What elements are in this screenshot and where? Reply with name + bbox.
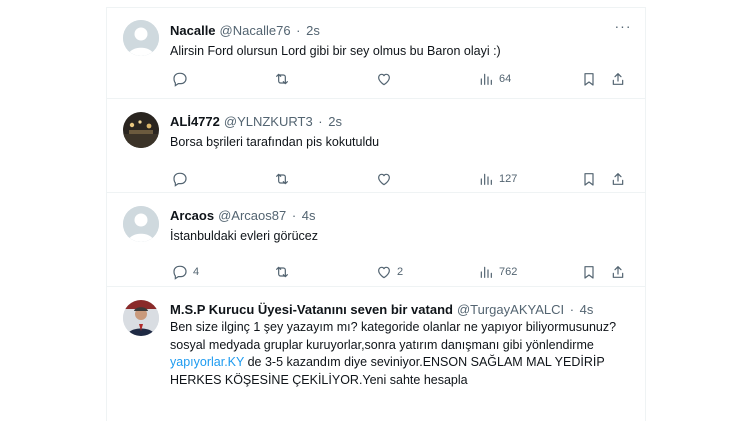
view-count: 762 (499, 266, 518, 278)
action-bar: 64 (170, 70, 629, 88)
like-button[interactable] (376, 70, 397, 88)
avatar[interactable] (123, 300, 159, 336)
reply-icon (173, 172, 187, 187)
reply-icon (173, 265, 187, 280)
avatar[interactable] (123, 20, 159, 56)
reply-button[interactable]: 4 (172, 263, 199, 281)
action-bar: 127 (170, 170, 629, 188)
tweet-text: İstanbuldaki evleri görücez (170, 229, 318, 243)
retweet-icon (276, 173, 288, 185)
heart-icon (378, 173, 390, 186)
timestamp[interactable]: 4s (580, 302, 594, 317)
bookmark-icon (584, 73, 594, 86)
avatar[interactable] (123, 206, 159, 242)
avatar[interactable] (123, 112, 159, 148)
user-handle[interactable]: @TurgayAKYALCI (457, 302, 564, 317)
views-chart-icon (480, 266, 492, 278)
tweet-header: M.S.P Kurucu Üyesi-Vatanını seven bir va… (170, 302, 593, 318)
bookmark-button[interactable] (581, 263, 597, 281)
bookmark-icon (584, 173, 594, 186)
separator-dot: · (292, 23, 305, 38)
reply-button[interactable] (172, 170, 193, 188)
tweet-text-part: Ben size ilginç 1 şey yazayım mı? katego… (170, 320, 617, 352)
share-button[interactable] (610, 263, 626, 281)
tweet[interactable]: M.S.P Kurucu Üyesi-Vatanını seven bir va… (107, 287, 645, 427)
views-button[interactable]: 762 (478, 263, 517, 281)
share-icon (612, 266, 624, 278)
display-name[interactable]: M.S.P Kurucu Üyesi-Vatanını seven bir va… (170, 302, 453, 317)
default-avatar-icon (123, 206, 159, 242)
like-button[interactable]: 2 (376, 263, 403, 281)
display-name[interactable]: ALİ4772 (170, 114, 220, 129)
separator-dot: · (314, 114, 327, 129)
tweet-text: Ben size ilginç 1 şey yazayım mı? katego… (170, 319, 629, 389)
more-options-icon[interactable]: ··· (613, 19, 633, 36)
separator-dot: · (288, 208, 300, 223)
retweet-icon (276, 73, 288, 85)
display-name[interactable]: Nacalle (170, 23, 216, 38)
views-button[interactable]: 127 (478, 170, 517, 188)
reply-count: 4 (193, 266, 200, 278)
photo-avatar-suit-icon (123, 300, 159, 336)
tweet-text: Borsa bşrileri tarafından pis kokutuldu (170, 135, 380, 149)
reply-icon (173, 72, 187, 87)
retweet-button[interactable] (274, 170, 295, 188)
like-count: 2 (397, 266, 404, 278)
view-count: 127 (499, 173, 518, 185)
photo-avatar-icon (123, 112, 159, 148)
bookmark-button[interactable] (581, 170, 597, 188)
user-handle[interactable]: @Nacalle76 (220, 23, 291, 38)
user-handle[interactable]: @Arcaos87 (218, 208, 286, 223)
timestamp[interactable]: 2s (306, 23, 320, 38)
heart-icon (378, 73, 390, 86)
heart-icon (378, 266, 390, 279)
like-button[interactable] (376, 170, 397, 188)
view-count: 64 (499, 73, 512, 85)
timestamp[interactable]: 2s (328, 114, 342, 129)
tweet[interactable]: Nacalle @Nacalle76 · 2s ··· Alirsin Ford … (107, 8, 645, 99)
tweet-header: ALİ4772 @YLNZKURT3 · 2s (170, 114, 342, 130)
retweet-icon (276, 266, 288, 278)
retweet-button[interactable] (274, 70, 295, 88)
reply-button[interactable] (172, 70, 193, 88)
separator-dot: · (566, 302, 578, 317)
retweet-button[interactable] (274, 263, 295, 281)
tweet[interactable]: ALİ4772 @YLNZKURT3 · 2s Borsa bşrileri ta… (107, 99, 645, 193)
views-chart-icon (480, 173, 492, 185)
display-name[interactable]: Arcaos (170, 208, 214, 223)
share-button[interactable] (610, 170, 626, 188)
timestamp[interactable]: 4s (302, 208, 316, 223)
tweet-text: Alirsin Ford olursun Lord gibi bir sey o… (170, 44, 501, 58)
share-button[interactable] (610, 70, 626, 88)
bookmark-button[interactable] (581, 70, 597, 88)
views-button[interactable]: 64 (478, 70, 511, 88)
views-chart-icon (480, 73, 492, 85)
tweet-header: Arcaos @Arcaos87 · 4s (170, 208, 316, 224)
action-bar: 4 2 762 (170, 263, 629, 281)
tweet-feed: Nacalle @Nacalle76 · 2s ··· Alirsin Ford … (106, 7, 646, 421)
tweet-link[interactable]: yapıyorlar.KY (170, 355, 244, 369)
default-avatar-icon (123, 20, 159, 56)
user-handle[interactable]: @YLNZKURT3 (224, 114, 313, 129)
tweet[interactable]: Arcaos @Arcaos87 · 4s İstanbuldaki evleri… (107, 193, 645, 287)
share-icon (612, 73, 624, 85)
tweet-header: Nacalle @Nacalle76 · 2s (170, 23, 320, 39)
bookmark-icon (584, 266, 594, 279)
share-icon (612, 173, 624, 185)
